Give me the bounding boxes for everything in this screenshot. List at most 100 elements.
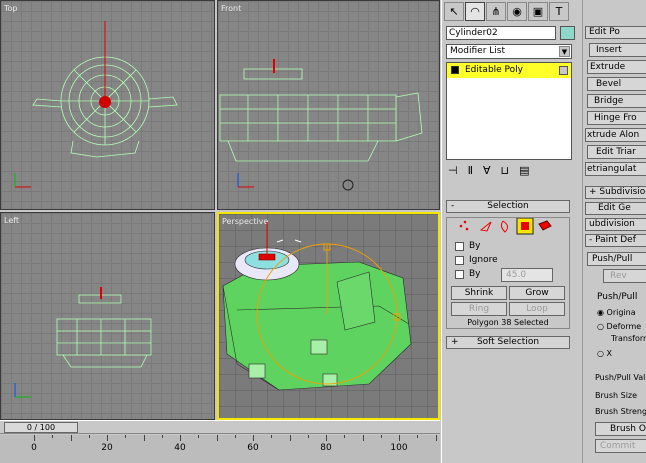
object-color-swatch[interactable]: [560, 26, 575, 40]
rollout-title: Soft Selection: [476, 337, 540, 347]
angle-spinner[interactable]: 45.0: [501, 268, 553, 282]
modify-tab[interactable]: ◠: [465, 2, 485, 21]
ruler-tick: [143, 435, 145, 441]
deformed-normals-radio[interactable]: ○ Deforme: [597, 322, 641, 331]
modifier-list-label: Modifier List: [450, 46, 505, 56]
configure-sets-icon[interactable]: ▤: [519, 164, 529, 180]
object-name-field[interactable]: Cylinder02: [446, 26, 556, 40]
hierarchy-tab[interactable]: ⋔: [486, 2, 506, 21]
motion-tab[interactable]: ◉: [507, 2, 527, 21]
edit-triangulation-button[interactable]: Edit Triar: [587, 145, 646, 159]
left-view-mesh: [14, 287, 152, 398]
x-axis-label: X: [606, 349, 613, 358]
ruler-tick: [52, 435, 54, 438]
pin-stack-icon[interactable]: ⊣: [448, 164, 458, 180]
transform-label: Transform: [611, 334, 646, 343]
top-view-mesh: [14, 21, 178, 188]
soft-selection-rollout-header[interactable]: + Soft Selection: [446, 336, 570, 349]
ruler-tick: [326, 435, 327, 441]
edit-polygons-rollout-header[interactable]: Edit Po: [585, 26, 646, 39]
modifier-list-dropdown[interactable]: Modifier List ▼: [446, 44, 572, 59]
bevel-button[interactable]: Bevel: [587, 77, 646, 91]
subdivision-surface-rollout-header[interactable]: + Subdivisio: [585, 186, 646, 199]
ignore-backfacing-checkbox[interactable]: [455, 256, 464, 265]
retriangulate-button[interactable]: etriangulat: [585, 162, 646, 176]
create-icon: ↖: [449, 5, 459, 18]
shrink-button[interactable]: Shrink: [451, 286, 507, 300]
extrude-along-spline-button[interactable]: xtrude Alon: [585, 128, 646, 142]
original-normals-radio[interactable]: ◉ Origina: [597, 308, 636, 317]
border-icon: [500, 220, 509, 233]
ruler-tick: [216, 435, 218, 441]
stack-item-editable-poly[interactable]: Editable Poly: [447, 63, 571, 78]
loop-button[interactable]: Loop: [509, 302, 565, 316]
perspective-view-mesh: [222, 222, 412, 391]
vertex-icon: [459, 220, 469, 231]
by-angle-label: By: [469, 269, 481, 279]
ruler-label: 60: [247, 443, 259, 453]
ruler-label: 20: [101, 443, 113, 453]
ruler-tick: [435, 435, 437, 441]
ruler-tick: [289, 435, 291, 441]
edge-icon: [479, 221, 492, 232]
push-pull-button[interactable]: Push/Pull: [587, 252, 646, 266]
command-panel-tabs: ↖ ◠ ⋔ ◉ ▣ T: [444, 2, 569, 21]
ruler-tick: [198, 435, 200, 438]
ruler-tick: [88, 435, 90, 438]
extrude-button[interactable]: Extrude: [587, 60, 646, 74]
ruler-tick: [161, 435, 163, 438]
by-vertex-label: By: [469, 241, 481, 251]
original-normals-label: Origina: [606, 308, 636, 317]
ruler-tick: [253, 435, 254, 441]
ruler-tick: [362, 435, 364, 441]
ruler-tick: [271, 435, 273, 438]
x-axis-radio[interactable]: ○ X: [597, 349, 612, 358]
viewport-perspective[interactable]: Perspective: [217, 212, 440, 420]
viewport-left[interactable]: Left: [0, 212, 215, 420]
deformed-normals-label: Deforme: [606, 322, 642, 331]
ruler-label: 80: [320, 443, 332, 453]
hinge-from-edge-button[interactable]: Hinge Fro: [587, 111, 646, 125]
ruler-label: 100: [390, 443, 408, 453]
edit-polygons-panel: Edit Po Insert Extrude Bevel Bridge Hing…: [582, 0, 646, 463]
viewport-front[interactable]: Front: [217, 0, 440, 210]
by-vertex-checkbox[interactable]: [455, 242, 464, 251]
brush-options-button[interactable]: Brush O: [595, 422, 646, 436]
show-end-result-icon[interactable]: Ⅱ: [468, 164, 473, 180]
utilities-icon: T: [555, 5, 563, 18]
time-slider[interactable]: 0 / 100: [4, 422, 78, 433]
chevron-down-icon: ▼: [559, 46, 570, 57]
grow-button[interactable]: Grow: [509, 286, 565, 300]
front-view-mesh: [219, 59, 423, 191]
ruler-tick: [180, 435, 181, 441]
ruler-tick: [417, 435, 419, 438]
viewport-top[interactable]: Top: [0, 0, 215, 210]
ring-button[interactable]: Ring: [451, 302, 507, 316]
bridge-button[interactable]: Bridge: [587, 94, 646, 108]
utilities-tab[interactable]: T: [549, 2, 569, 21]
track-bar-ruler[interactable]: 0 20 40 60 80 100: [0, 435, 440, 463]
time-slider-track[interactable]: 0 / 100: [0, 420, 440, 434]
by-angle-checkbox[interactable]: [455, 270, 464, 279]
ruler-tick: [380, 435, 382, 438]
ignore-backfacing-label: Ignore: [469, 255, 498, 265]
selection-rollout-header[interactable]: - Selection: [446, 200, 570, 213]
ruler-tick: [399, 435, 400, 441]
push-pull-direction-title: Push/Pull: [597, 292, 638, 302]
motion-icon: ◉: [512, 5, 522, 18]
lightbulb-icon[interactable]: [451, 66, 459, 74]
display-tab[interactable]: ▣: [528, 2, 548, 21]
stack-item-label: Editable Poly: [465, 65, 523, 75]
modifier-stack[interactable]: Editable Poly: [446, 62, 572, 160]
element-icon: [538, 220, 552, 231]
paint-deformation-rollout-header[interactable]: - Paint Def: [585, 234, 646, 247]
commit-button[interactable]: Commit: [595, 439, 646, 453]
create-tab[interactable]: ↖: [444, 2, 464, 21]
selection-status: Polygon 38 Selected: [467, 318, 549, 327]
insert-button[interactable]: Insert: [589, 43, 646, 57]
subdivision-displacement-rollout-header[interactable]: ubdivision: [585, 218, 646, 231]
remove-modifier-icon[interactable]: ⊔: [501, 164, 510, 180]
make-unique-icon[interactable]: ∀: [483, 164, 491, 180]
edit-geometry-rollout-header[interactable]: Edit Ge: [585, 202, 646, 215]
revert-button[interactable]: Rev: [603, 269, 646, 283]
